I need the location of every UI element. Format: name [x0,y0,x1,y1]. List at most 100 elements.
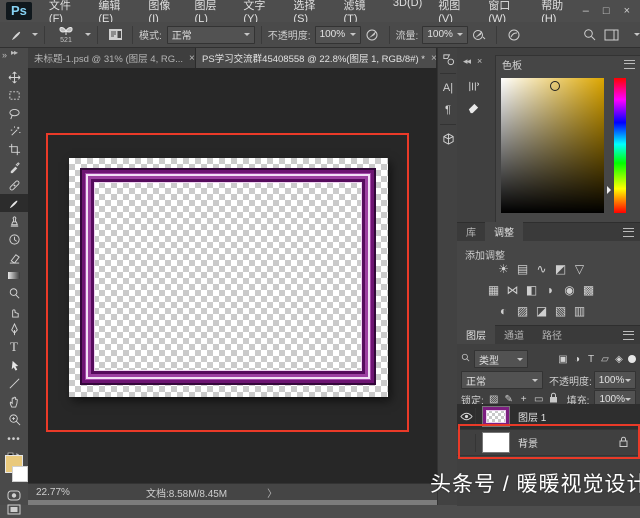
type-tool[interactable]: T [0,338,28,356]
tab-channels[interactable]: 通道 [495,325,533,344]
brush-tool-option-icon[interactable] [6,25,28,45]
window-controls: – □ × [583,5,640,17]
threshold-icon[interactable]: ◪ [535,304,548,318]
layer-blend-mode-select[interactable]: 正常 [461,371,543,389]
magic-wand-tool[interactable] [0,122,28,140]
zoom-tool[interactable] [0,410,28,428]
filter-toggle-icon[interactable] [628,355,636,363]
airbrush-icon[interactable] [468,25,490,45]
brush-settings-panel-icon[interactable] [463,75,483,97]
brightness-contrast-icon[interactable]: ☀ [497,262,510,276]
lock-artboard-icon[interactable]: ▭ [534,394,544,405]
hand-tool[interactable] [0,392,28,410]
search-icon[interactable] [578,25,600,45]
flow-input[interactable]: 100% [422,26,468,44]
zoom-level-field[interactable]: 22.77% [36,487,88,498]
properties-panel-icon[interactable] [438,48,458,70]
color-balance-icon[interactable]: ⋈ [506,283,519,297]
filter-adjustment-layers-icon[interactable]: ◑ [570,354,584,365]
character-panel-icon[interactable]: A| [438,77,458,99]
dodge-tool[interactable] [0,284,28,302]
crop-tool[interactable] [0,140,28,158]
lasso-tool[interactable] [0,104,28,122]
blend-mode-select[interactable]: 正常 [167,26,255,44]
panel-close-icon[interactable]: × [477,56,481,67]
canvas-pasteboard[interactable] [28,68,437,483]
filter-type-layers-icon[interactable]: T [584,354,598,365]
background-color-swatch[interactable] [12,466,28,482]
history-brush-tool[interactable] [0,230,28,248]
panel-collapse-icon[interactable]: ◂◂ [463,56,470,67]
panel-menu-icon[interactable] [624,60,635,69]
layer-filter-type-select[interactable]: 类型 [474,350,528,368]
edit-toolbar-icon[interactable]: ••• [0,430,28,448]
tab-adjustments[interactable]: 调整 [485,222,523,241]
gradient-map-icon[interactable]: ▧ [554,304,567,318]
tab-library[interactable]: 库 [457,222,485,241]
document-tab-untitled[interactable]: 未标题-1.psd @ 31% (图层 4, RG... × [28,48,196,68]
document-size-info: 文档:8.58M/8.45M [146,485,227,500]
tab-close-icon[interactable]: × [189,53,195,64]
layer-name[interactable]: 图层 1 [518,409,546,424]
screen-mode-icon[interactable] [0,500,28,518]
color-cube[interactable] [501,78,604,213]
levels-icon[interactable]: ▤ [516,262,529,276]
brush-preset-picker[interactable]: 521 [51,25,81,45]
layer-opacity-input[interactable]: 100% [594,371,636,389]
panel-menu-icon[interactable] [623,228,634,237]
line-tool[interactable] [0,374,28,392]
hue-saturation-icon[interactable]: ▦ [487,283,500,297]
lock-paint-icon[interactable]: ✎ [504,394,514,405]
filter-pixel-layers-icon[interactable]: ▣ [556,354,570,365]
brush-tool-selected[interactable] [0,194,28,212]
invert-icon[interactable]: ◐ [497,304,510,318]
hue-slider-arrow-icon[interactable] [607,186,615,194]
photo-filter-icon[interactable]: ◗ [544,283,557,297]
marquee-tool[interactable] [0,86,28,104]
posterize-icon[interactable]: ▨ [516,304,529,318]
tabbar-collapse-icon[interactable]: » [2,50,6,60]
vibrance-icon[interactable]: ▽ [573,262,586,276]
black-white-icon[interactable]: ◧ [525,283,538,297]
tab-layers[interactable]: 图层 [457,325,495,344]
eraser-tool[interactable] [0,248,28,266]
document-tab-active[interactable]: PS学习交流群45408558 @ 22.8%(图层 1, RGB/8#) * … [196,48,437,68]
maximize-icon[interactable]: □ [603,5,610,17]
color-cube-marker[interactable] [550,81,560,91]
filter-search-icon [461,353,471,366]
document-transparent-canvas[interactable] [69,158,388,397]
close-icon[interactable]: × [624,5,630,17]
paragraph-panel-icon[interactable]: ¶ [438,99,458,121]
tab-paths[interactable]: 路径 [533,325,571,344]
paint-panel-icon[interactable] [463,97,483,119]
opacity-input[interactable]: 100% [315,26,361,44]
channel-mixer-icon[interactable]: ◉ [563,283,576,297]
visibility-eye-icon[interactable] [457,408,476,426]
lock-transparency-icon[interactable]: ▨ [489,394,499,405]
path-selection-tool[interactable] [0,356,28,374]
gradient-tool[interactable] [0,266,28,284]
toggle-brush-panel-icon[interactable] [104,25,126,45]
smoothing-pressure-icon[interactable] [503,25,525,45]
workspace-switcher-icon[interactable] [600,25,622,45]
curves-icon[interactable]: ∿ [535,262,548,276]
filter-shape-layers-icon[interactable]: ▱ [598,354,612,365]
exposure-icon[interactable]: ◩ [554,262,567,276]
move-tool[interactable] [0,68,28,86]
panel-menu-icon[interactable] [623,331,634,340]
clone-stamp-tool[interactable] [0,212,28,230]
healing-brush-tool[interactable] [0,176,28,194]
hue-slider[interactable] [614,78,626,213]
selective-color-icon[interactable]: ▥ [573,304,586,318]
3d-panel-icon[interactable] [438,128,458,150]
pen-tool[interactable] [0,320,28,338]
smudge-tool[interactable] [0,302,28,320]
color-lookup-icon[interactable]: ▩ [582,283,595,297]
pressure-opacity-icon[interactable] [361,25,383,45]
lock-position-icon[interactable]: + [519,394,529,405]
eyedropper-tool[interactable] [0,158,28,176]
filter-smart-object-icon[interactable]: ◈ [612,354,626,365]
tab-close-icon[interactable]: × [431,53,437,64]
status-chevron-icon[interactable]: 〉 [267,485,277,500]
minimize-icon[interactable]: – [583,5,589,17]
